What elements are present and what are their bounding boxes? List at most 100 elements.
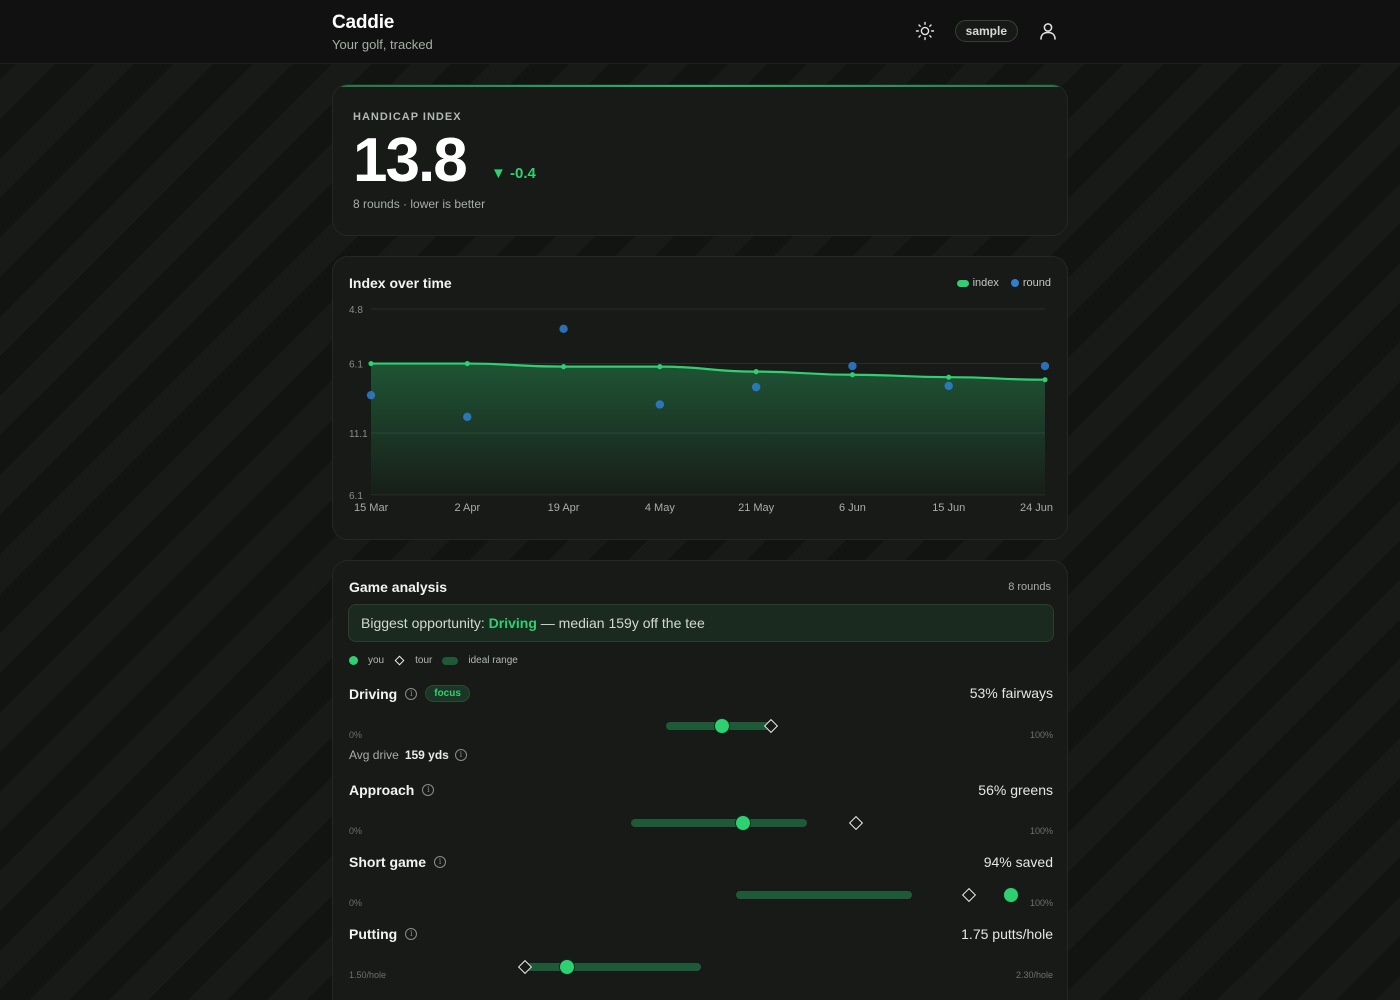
metric-stat: 94% saved (983, 854, 1053, 870)
info-icon[interactable]: i (405, 928, 418, 940)
index-point (464, 360, 470, 367)
legend-ideal-swatch (442, 656, 459, 665)
card-accent-bar (333, 85, 1067, 87)
sun-icon (915, 21, 934, 41)
brand: Caddie Your golf, tracked (332, 12, 433, 52)
metric-track (349, 812, 1053, 834)
metric-stat: 53% fairways (969, 685, 1053, 701)
app-subtitle: Your golf, tracked (332, 37, 433, 52)
metric-name: Approach (349, 782, 415, 798)
y-tick-label: 4.8 (349, 305, 363, 316)
x-tick-label: 2 Apr (454, 502, 480, 514)
index-point (753, 369, 759, 375)
track-min-label: 1.50/hole (349, 970, 387, 980)
you-marker (714, 718, 731, 734)
banner-prefix: Biggest opportunity: (361, 615, 489, 631)
round-point (463, 412, 472, 422)
x-tick-label: 4 May (645, 502, 675, 514)
index-point (560, 364, 567, 370)
handicap-value: 13.8 (353, 126, 468, 195)
top-actions: sample (913, 19, 1060, 43)
x-tick-label: 21 May (738, 502, 775, 514)
ideal-range-bar (630, 819, 807, 827)
opportunity-banner: Biggest opportunity: Driving — median 15… (348, 604, 1054, 642)
metric-track (349, 715, 1053, 737)
index-point (946, 374, 952, 380)
ideal-range-bar (525, 963, 701, 971)
y-tick-label: 6.1 (349, 491, 363, 502)
round-point (1040, 361, 1050, 371)
app-title: Caddie (332, 12, 395, 33)
round-point (559, 324, 568, 334)
x-tick-label: 15 Mar (354, 502, 389, 514)
avg-drive: Avg drive 159 yds i (349, 748, 467, 762)
track-max-label: 100% (1029, 898, 1053, 908)
metric-driving: Driving i focus 53% fairways 0% 100% Avg… (349, 685, 1053, 765)
info-icon[interactable]: i (405, 687, 418, 700)
handicap-card: HANDICAP INDEX 13.8 ▼ -0.4 8 rounds · lo… (332, 84, 1068, 236)
info-icon[interactable]: i (454, 749, 467, 761)
round-point (944, 381, 953, 391)
index-area (371, 363, 1045, 495)
metric-name: Putting (349, 926, 398, 942)
track-min-label: 0% (349, 730, 363, 740)
user-icon (1040, 23, 1056, 40)
track-min-label: 0% (349, 826, 363, 836)
metric-head: Putting i (349, 926, 418, 942)
banner-highlight: Driving (488, 615, 537, 631)
round-point (751, 382, 761, 392)
top-bar: Caddie Your golf, tracked sample (0, 0, 1400, 64)
ideal-range-bar (736, 891, 913, 899)
x-tick-label: 19 Apr (548, 502, 580, 514)
game-analysis-card: Game analysis 8 rounds Biggest opportuni… (332, 560, 1068, 1000)
metric-stat: 56% greens (978, 782, 1053, 798)
track-min-label: 0% (349, 898, 363, 908)
legend-tour-label: tour (415, 655, 433, 666)
game-title: Game analysis (349, 579, 448, 595)
focus-badge: focus (425, 685, 470, 702)
game-legend: you tour ideal range (349, 655, 518, 666)
legend-you-swatch (349, 656, 358, 665)
y-tick-label: 6.1 (349, 360, 363, 371)
metric-head: Approach i (349, 782, 435, 798)
metric-name: Driving (349, 685, 398, 702)
x-tick-label: 6 Jun (839, 502, 866, 514)
x-tick-label: 15 Jun (932, 502, 965, 514)
round-point (848, 361, 857, 371)
round-point (366, 390, 376, 400)
info-icon[interactable]: i (422, 784, 435, 796)
legend-you-label: you (368, 655, 385, 666)
you-marker (1002, 887, 1019, 903)
legend-ideal-label: ideal range (468, 655, 518, 666)
handicap-meta: 8 rounds · lower is better (353, 197, 486, 211)
account-button[interactable] (1036, 19, 1060, 43)
metric-short-game: Short game i 94% saved 0% 100% (349, 854, 1053, 914)
info-icon[interactable]: i (434, 856, 447, 868)
index-point (368, 360, 374, 367)
handicap-delta: ▼ -0.4 (491, 165, 536, 182)
sample-data-pill[interactable]: sample (954, 20, 1018, 42)
index-point (849, 372, 856, 378)
track-max-label: 100% (1029, 826, 1053, 836)
tour-marker (848, 815, 863, 831)
legend-tour-swatch (394, 655, 405, 666)
index-point (657, 364, 663, 370)
metric-track (349, 956, 1053, 978)
metric-track (349, 884, 1053, 906)
index-chart-card: Index over time index round 4.8 6.1 11.1 6.… (332, 256, 1068, 540)
handicap-label: HANDICAP INDEX (353, 111, 462, 123)
theme-toggle-button[interactable] (913, 19, 937, 43)
you-marker (559, 959, 576, 975)
metric-approach: Approach i 56% greens 0% 100% (349, 782, 1053, 842)
metric-putting: Putting i 1.75 putts/hole 1.50/hole 2.30… (349, 926, 1053, 986)
y-tick-label: 11.1 (349, 429, 368, 440)
index-chart: 4.86.111.16.115 Mar 2 Apr 19 Apr 4 May 21 Ma… (349, 305, 1053, 514)
you-marker (735, 815, 752, 831)
metric-stat: 1.75 putts/hole (961, 926, 1053, 942)
track-max-label: 100% (1029, 730, 1053, 740)
track-max-label: 2.30/hole (1015, 970, 1053, 980)
x-tick-label: 24 Jun (1020, 502, 1053, 514)
metric-head: Short game i (349, 854, 447, 870)
round-point (655, 400, 665, 409)
metric-name: Short game (349, 854, 427, 870)
